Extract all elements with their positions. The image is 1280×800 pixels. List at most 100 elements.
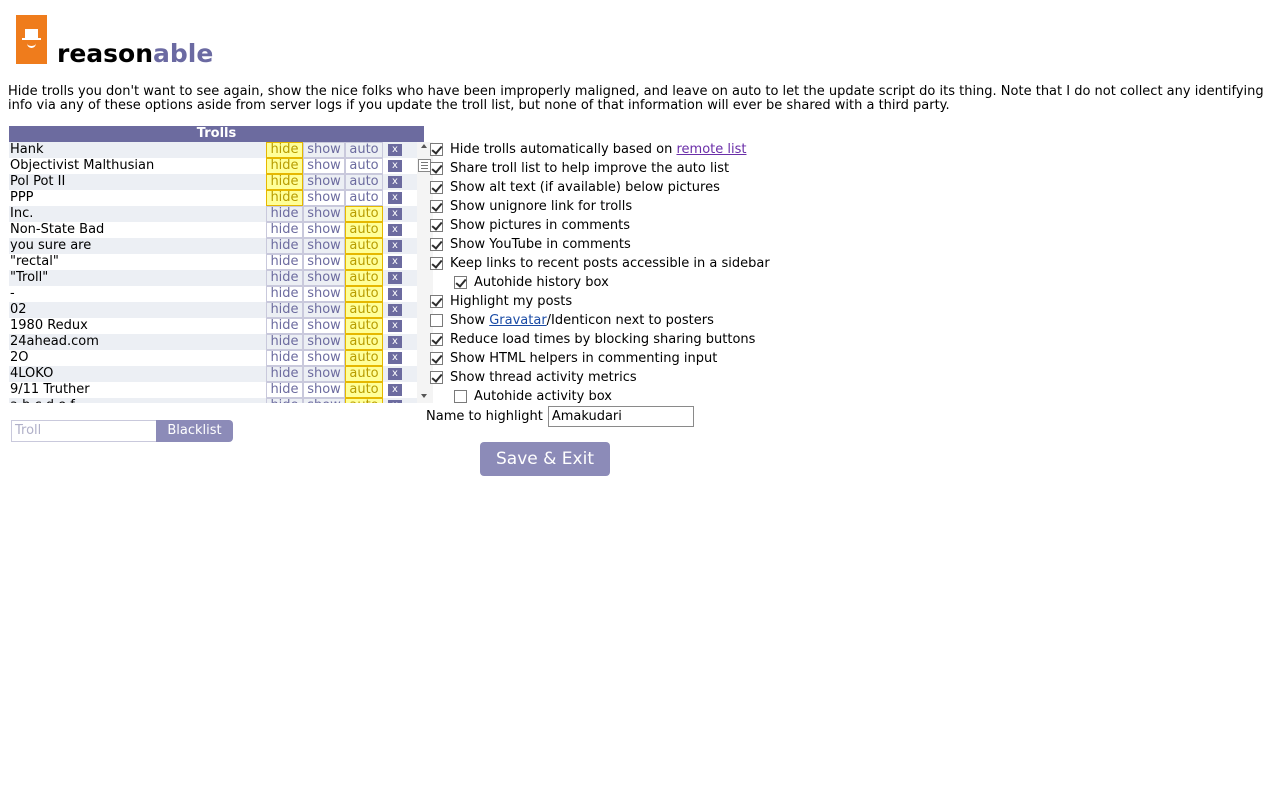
hide-button[interactable]: hide	[266, 302, 303, 318]
auto-button[interactable]: auto	[345, 334, 383, 350]
option-row: Reduce load times by blocking sharing bu…	[430, 330, 770, 349]
hide-button[interactable]: hide	[266, 382, 303, 398]
show-button[interactable]: show	[303, 334, 345, 350]
auto-button[interactable]: auto	[345, 142, 383, 158]
auto-button[interactable]: auto	[345, 270, 383, 286]
auto-button[interactable]: auto	[345, 190, 383, 206]
option-checkbox[interactable]	[430, 181, 443, 194]
hide-button[interactable]: hide	[266, 174, 303, 190]
option-checkbox[interactable]	[430, 333, 443, 346]
auto-button[interactable]: auto	[345, 158, 383, 174]
scroll-down-icon[interactable]	[421, 394, 427, 398]
scroll-up-icon[interactable]	[421, 144, 427, 148]
show-button[interactable]: show	[303, 382, 345, 398]
save-exit-button[interactable]: Save & Exit	[480, 442, 610, 476]
show-button[interactable]: show	[303, 270, 345, 286]
remove-troll-button[interactable]: x	[388, 368, 402, 380]
hide-button[interactable]: hide	[266, 190, 303, 206]
remove-troll-button[interactable]: x	[388, 272, 402, 284]
hide-button[interactable]: hide	[266, 142, 303, 158]
option-checkbox[interactable]	[454, 276, 467, 289]
auto-button[interactable]: auto	[345, 382, 383, 398]
show-button[interactable]: show	[303, 222, 345, 238]
option-checkbox[interactable]	[454, 390, 467, 403]
remove-troll-button[interactable]: x	[388, 304, 402, 316]
option-checkbox[interactable]	[430, 371, 443, 384]
hide-button[interactable]: hide	[266, 318, 303, 334]
highlight-row: Name to highlight Amakudari	[426, 406, 694, 427]
hide-button[interactable]: hide	[266, 222, 303, 238]
remove-troll-button[interactable]: x	[388, 352, 402, 364]
troll-name: a b c d e f	[9, 398, 266, 403]
hide-button[interactable]: hide	[266, 270, 303, 286]
show-button[interactable]: show	[303, 254, 345, 270]
hide-button[interactable]: hide	[266, 286, 303, 302]
hide-button[interactable]: hide	[266, 238, 303, 254]
show-button[interactable]: show	[303, 190, 345, 206]
show-button[interactable]: show	[303, 286, 345, 302]
remove-troll-button[interactable]: x	[388, 288, 402, 300]
option-link[interactable]: Gravatar	[489, 313, 546, 328]
remove-troll-button[interactable]: x	[388, 208, 402, 220]
hide-button[interactable]: hide	[266, 206, 303, 222]
option-checkbox[interactable]	[430, 238, 443, 251]
remove-troll-button[interactable]: x	[388, 336, 402, 348]
remove-troll-button[interactable]: x	[388, 224, 402, 236]
show-button[interactable]: show	[303, 318, 345, 334]
option-checkbox[interactable]	[430, 295, 443, 308]
show-button[interactable]: show	[303, 350, 345, 366]
troll-row: Objectivist Malthusian hide show auto x	[9, 158, 424, 174]
troll-name: 1980 Redux	[10, 318, 88, 333]
option-checkbox[interactable]	[430, 219, 443, 232]
remove-troll-button[interactable]: x	[388, 240, 402, 252]
show-button[interactable]: show	[303, 142, 345, 158]
auto-button[interactable]: auto	[345, 366, 383, 382]
auto-button[interactable]: auto	[345, 222, 383, 238]
auto-button[interactable]: auto	[345, 398, 383, 403]
option-row: Highlight my posts	[430, 292, 770, 311]
remove-troll-button[interactable]: x	[388, 192, 402, 204]
option-checkbox[interactable]	[430, 257, 443, 270]
show-button[interactable]: show	[303, 206, 345, 222]
trolls-list: Hank hide show auto x Objectivist Malthusian h…	[9, 142, 424, 403]
show-button[interactable]: show	[303, 158, 345, 174]
show-button[interactable]: show	[303, 302, 345, 318]
auto-button[interactable]: auto	[345, 206, 383, 222]
show-button[interactable]: show	[303, 238, 345, 254]
auto-button[interactable]: auto	[345, 174, 383, 190]
option-checkbox[interactable]	[430, 143, 443, 156]
highlight-name-input[interactable]: Amakudari	[547, 406, 694, 427]
option-checkbox[interactable]	[430, 314, 443, 327]
remove-troll-button[interactable]: x	[388, 256, 402, 268]
hide-button[interactable]: hide	[266, 158, 303, 174]
remove-troll-button[interactable]: x	[388, 176, 402, 188]
remove-troll-button[interactable]: x	[388, 144, 402, 156]
auto-button[interactable]: auto	[345, 318, 383, 334]
hide-button[interactable]: hide	[266, 254, 303, 270]
option-row: Show unignore link for trolls	[430, 197, 770, 216]
auto-button[interactable]: auto	[345, 350, 383, 366]
show-button[interactable]: show	[303, 174, 345, 190]
option-link[interactable]: remote list	[676, 142, 746, 157]
show-button[interactable]: show	[303, 398, 345, 403]
option-checkbox[interactable]	[430, 352, 443, 365]
troll-input[interactable]: Troll	[11, 420, 156, 442]
remove-troll-button[interactable]: x	[388, 320, 402, 332]
hide-button[interactable]: hide	[266, 334, 303, 350]
auto-button[interactable]: auto	[345, 286, 383, 302]
auto-button[interactable]: auto	[345, 302, 383, 318]
option-checkbox[interactable]	[430, 162, 443, 175]
remove-troll-button[interactable]: x	[388, 400, 402, 403]
auto-button[interactable]: auto	[345, 254, 383, 270]
option-checkbox[interactable]	[430, 200, 443, 213]
show-button[interactable]: show	[303, 366, 345, 382]
remove-troll-button[interactable]: x	[388, 160, 402, 172]
blacklist-button[interactable]: Blacklist	[156, 420, 233, 442]
hide-button[interactable]: hide	[266, 366, 303, 382]
remove-troll-button[interactable]: x	[388, 384, 402, 396]
auto-button[interactable]: auto	[345, 238, 383, 254]
hide-button[interactable]: hide	[266, 398, 303, 403]
option-label: Autohide activity box	[474, 389, 612, 404]
option-label: Show	[450, 313, 490, 328]
hide-button[interactable]: hide	[266, 350, 303, 366]
